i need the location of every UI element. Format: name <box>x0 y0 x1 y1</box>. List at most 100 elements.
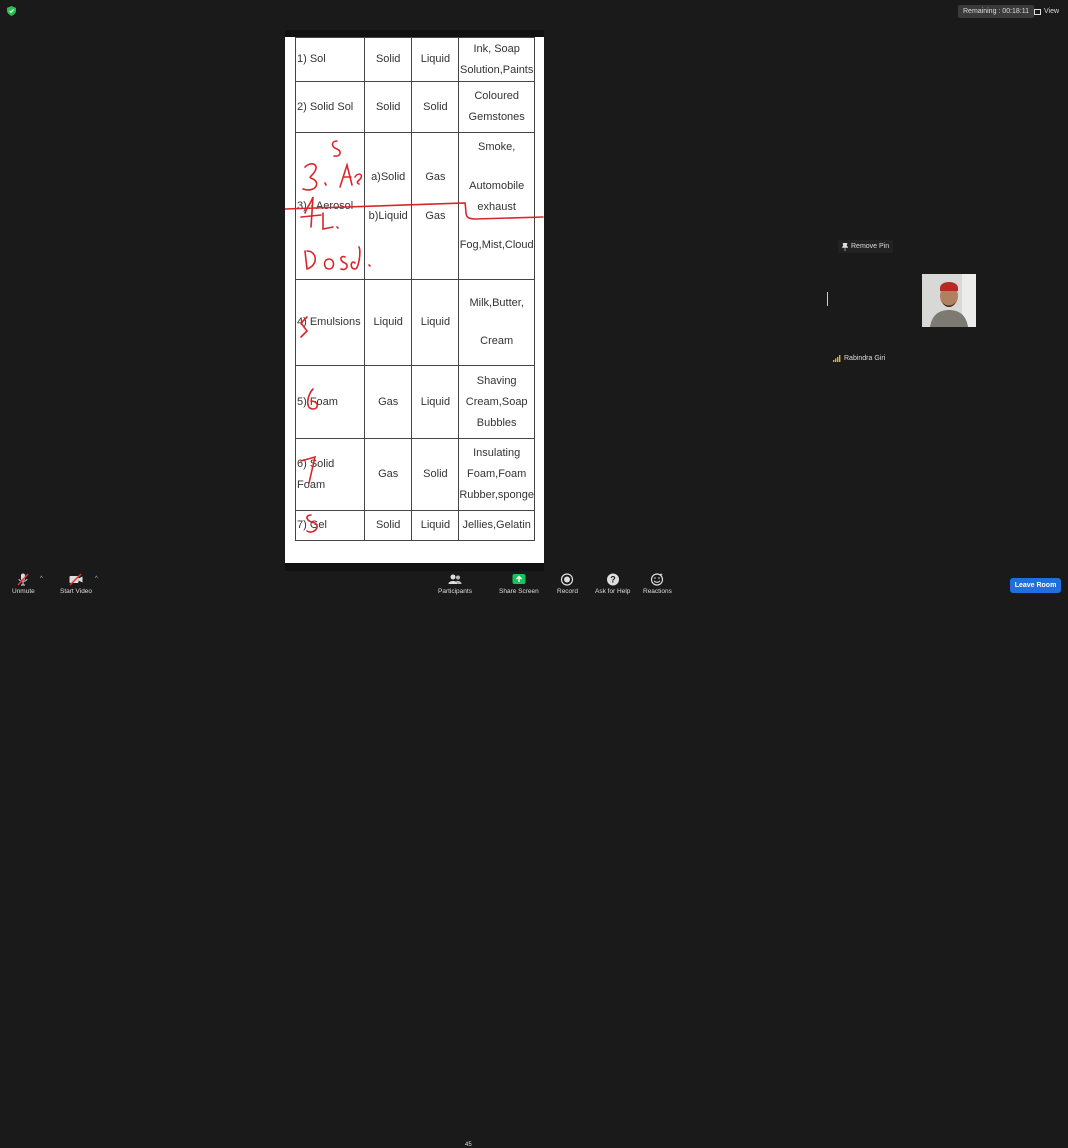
example-line: Milk,Butter, <box>469 297 524 309</box>
participant-video-frame <box>922 274 976 327</box>
example-line: Smoke, <box>478 141 516 153</box>
example-line: Foam,Foam <box>467 468 527 480</box>
signal-strength-icon <box>833 355 841 362</box>
dispersion-medium-cell: Liquid <box>411 279 460 366</box>
table-row: 4) Emulsions Liquid Liquid Milk,Butter, … <box>295 279 535 366</box>
participants-count: 45 <box>465 1142 472 1148</box>
share-screen-label: Share Screen <box>499 588 539 595</box>
row-name: 2) Solid Sol <box>295 81 365 133</box>
video-off-icon <box>69 573 83 586</box>
dispersion-medium-cell: Liquid <box>411 510 460 541</box>
example-line: Rubber,sponge <box>459 489 534 501</box>
example-line: Shaving <box>476 374 517 387</box>
examples-cell: Ink, Soap Solution,Paints <box>458 37 535 82</box>
pin-icon <box>842 242 848 251</box>
view-label: View <box>1044 8 1060 15</box>
phase-line: a)Solid <box>371 171 406 183</box>
dispersion-medium-cell: Solid <box>411 438 460 511</box>
dispersion-medium-cell: Gas Gas <box>411 132 460 280</box>
dispersion-medium-cell: Solid <box>411 81 460 133</box>
participants-icon <box>448 574 462 584</box>
participant-video-tile[interactable] <box>922 274 976 327</box>
leave-room-button[interactable]: Leave Room <box>1010 578 1061 593</box>
row-name: 3) · Aerosol <box>295 132 365 280</box>
view-button[interactable]: View <box>1034 5 1059 18</box>
example-line: Insulating <box>473 447 521 459</box>
dispersed-phase-cell: Solid <box>363 81 413 133</box>
start-video-label: Start Video <box>60 588 93 595</box>
dispersed-phase-cell: Solid <box>363 37 413 82</box>
row-name-text: 3) · Aerosol <box>297 200 354 212</box>
row-name: 5) Foam <box>295 365 365 439</box>
table-row: 2) Solid Sol Solid Solid Coloured Gemsto… <box>295 81 535 133</box>
example-line: Automobile <box>469 180 525 192</box>
examples-cell: Coloured Gemstones <box>458 81 535 133</box>
dispersed-phase-cell: Liquid <box>363 279 413 366</box>
audio-options-caret-icon[interactable]: ^ <box>40 576 43 582</box>
examples-cell: Smoke, Automobile exhaust Fog,Mist,Cloud <box>458 132 535 280</box>
table-row: 5) Foam Gas Liquid Shaving Cream,Soap Bu… <box>295 365 535 439</box>
participants-button[interactable]: Participants <box>438 573 472 595</box>
example-line: Solution,Paints <box>459 63 534 76</box>
start-video-button[interactable]: Start Video <box>60 573 92 595</box>
examples-cell: Milk,Butter, Cream <box>458 279 535 366</box>
muted-microphone-icon <box>17 573 29 586</box>
reactions-button[interactable]: Reactions <box>643 573 672 595</box>
participant-name: Rabindra Giri <box>844 355 886 362</box>
examples-cell: Jellies,Gelatin <box>458 510 535 541</box>
dispersed-phase-cell: a)Solid b)Liquid <box>363 132 413 280</box>
row-name: 4) Emulsions <box>295 279 365 366</box>
example-line: Coloured <box>474 90 519 102</box>
table-row: 1) Sol Solid Liquid Ink, Soap Solution,P… <box>295 37 535 82</box>
example-line: Cream,Soap <box>465 395 528 408</box>
reactions-label: Reactions <box>643 588 672 595</box>
example-line: Cream <box>480 335 514 347</box>
example-line: Gemstones <box>468 111 525 123</box>
medium-line: Gas <box>425 210 446 222</box>
share-screen-button[interactable]: Share Screen <box>499 573 539 595</box>
help-question-icon: ? <box>606 573 619 586</box>
example-line: Ink, Soap <box>473 42 520 55</box>
table-row: 3) · Aerosol a)Solid b)Liquid Gas Gas Sm… <box>295 132 535 280</box>
remove-pin-button[interactable]: Remove Pin <box>838 240 894 253</box>
view-grid-icon <box>1034 8 1041 15</box>
participants-label: Participants <box>438 588 472 595</box>
example-line: Fog,Mist,Cloud <box>459 239 534 251</box>
share-screen-icon <box>512 574 526 584</box>
medium-line: Gas <box>425 171 446 183</box>
svg-text:?: ? <box>610 575 616 585</box>
dispersion-medium-cell: Liquid <box>411 37 460 82</box>
video-options-caret-icon[interactable]: ^ <box>95 576 98 582</box>
meeting-toolbar: Unmute ^ Start Video ^ Participants 45 S… <box>0 566 1068 1148</box>
remove-pin-label: Remove Pin <box>851 243 890 250</box>
record-icon <box>561 573 574 586</box>
participant-name-tag: Rabindra Giri <box>833 355 885 362</box>
record-label: Record <box>557 588 578 595</box>
row-name: 6) Solid Foam <box>295 438 365 511</box>
examples-cell: Insulating Foam,Foam Rubber,sponge <box>458 438 535 511</box>
row-name-line: Foam <box>297 478 326 491</box>
encryption-shield-icon[interactable] <box>7 6 16 16</box>
record-button[interactable]: Record <box>557 573 578 595</box>
shared-screen-document: 1) Sol Solid Liquid Ink, Soap Solution,P… <box>285 30 544 571</box>
phase-line: b)Liquid <box>368 210 408 222</box>
unmute-button[interactable]: Unmute <box>12 573 35 595</box>
example-line: Bubbles <box>476 416 517 429</box>
table-row: 7) Gel Solid Liquid Jellies,Gelatin <box>295 510 535 541</box>
unmute-label: Unmute <box>12 588 35 595</box>
remaining-time-badge: Remaining : 00:18:11 <box>958 5 1035 18</box>
examples-cell: Shaving Cream,Soap Bubbles <box>458 365 535 439</box>
row-name: 1) Sol <box>295 37 365 82</box>
dispersed-phase-cell: Gas <box>363 365 413 439</box>
ask-for-help-button[interactable]: ? Ask for Help <box>595 573 630 595</box>
reactions-smiley-icon <box>651 573 664 586</box>
text-cursor <box>827 292 828 306</box>
example-line: exhaust <box>477 201 516 213</box>
row-name: 7) Gel <box>295 510 365 541</box>
row-name-line: 6) Solid <box>297 457 335 470</box>
colloid-types-table: 1) Sol Solid Liquid Ink, Soap Solution,P… <box>295 37 535 541</box>
ask-for-help-label: Ask for Help <box>595 588 631 595</box>
table-row: 6) Solid Foam Gas Solid Insulating Foam,… <box>295 438 535 511</box>
dispersed-phase-cell: Gas <box>363 438 413 511</box>
dispersion-medium-cell: Liquid <box>411 365 460 439</box>
